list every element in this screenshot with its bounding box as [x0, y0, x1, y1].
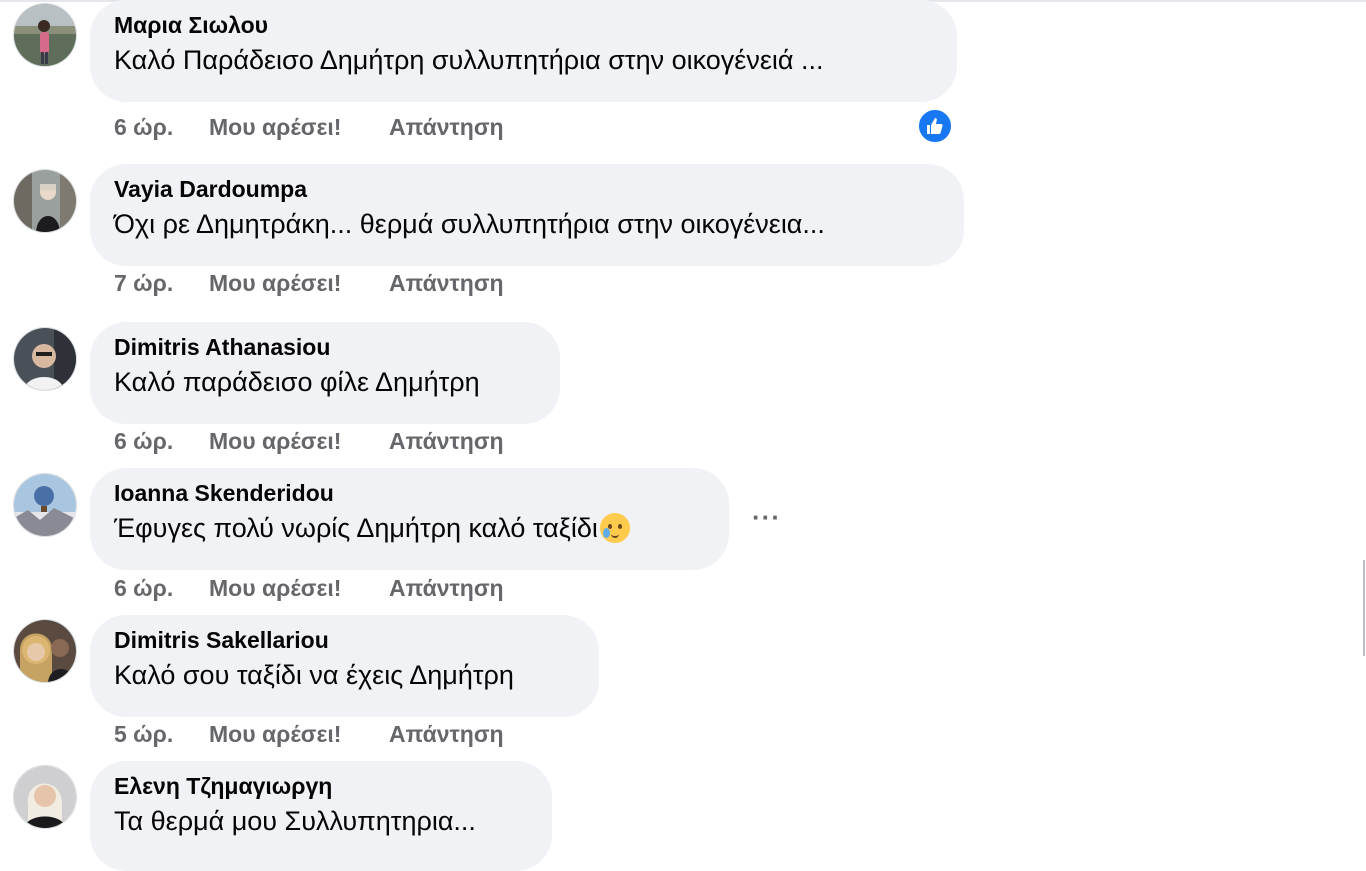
comment-bubble: Μαρια Σιωλου Καλό Παράδεισο Δημήτρη συλλ…	[90, 0, 957, 102]
avatar[interactable]	[13, 327, 77, 391]
like-button[interactable]: Μου αρέσει!	[209, 114, 389, 141]
smiling-face-with-tear-icon	[599, 513, 630, 543]
comment-time[interactable]: 6 ώρ.	[114, 114, 209, 141]
comment-author[interactable]: Vayia Dardoumpa	[114, 174, 940, 204]
reply-button[interactable]: Απάντηση	[389, 114, 504, 141]
comment-time[interactable]: 6 ώρ.	[114, 575, 209, 602]
comment-actions: 5 ώρ. Μου αρέσει! Απάντηση	[114, 721, 504, 748]
avatar[interactable]	[13, 169, 77, 233]
comment-text: Καλό Παράδεισο Δημήτρη συλλυπητήρια στην…	[114, 45, 824, 75]
comment-bubble: Ελενη Τζημαγιωργη Τα θερμά μου Συλλυπητη…	[90, 761, 552, 871]
comment-text: Τα θερμά μου Συλλυπητηρια...	[114, 806, 476, 836]
like-button[interactable]: Μου αρέσει!	[209, 428, 389, 455]
comment-time[interactable]: 7 ώρ.	[114, 270, 209, 297]
comment-author[interactable]: Dimitris Sakellariou	[114, 625, 575, 655]
comment-text: Όχι ρε Δημητράκη... θερμά συλλυπητήρια σ…	[114, 209, 825, 239]
comment-text: Έφυγες πολύ νωρίς Δημήτρη καλό ταξίδι	[114, 508, 705, 548]
comment-text: Καλό παράδεισο φίλε Δημήτρη	[114, 367, 480, 397]
reply-button[interactable]: Απάντηση	[389, 270, 504, 297]
avatar[interactable]	[13, 619, 77, 683]
like-icon[interactable]	[917, 108, 953, 144]
avatar[interactable]	[13, 3, 77, 67]
comment-actions: 7 ώρ. Μου αρέσει! Απάντηση	[114, 270, 504, 297]
like-button[interactable]: Μου αρέσει!	[209, 721, 389, 748]
comment-time[interactable]: 6 ώρ.	[114, 428, 209, 455]
like-button[interactable]: Μου αρέσει!	[209, 575, 389, 602]
comment-author[interactable]: Dimitris Athanasiou	[114, 332, 536, 362]
comment-bubble: Dimitris Athanasiou Καλό παράδεισο φίλε …	[90, 322, 560, 424]
comment-bubble: Ioanna Skenderidou Έφυγες πολύ νωρίς Δημ…	[90, 468, 729, 570]
comment-text-content: Έφυγες πολύ νωρίς Δημήτρη καλό ταξίδι	[114, 513, 598, 543]
comment-author[interactable]: Ελενη Τζημαγιωργη	[114, 771, 528, 801]
reply-button[interactable]: Απάντηση	[389, 721, 504, 748]
like-button[interactable]: Μου αρέσει!	[209, 270, 389, 297]
scrollbar[interactable]	[1363, 560, 1365, 656]
comment-bubble: Vayia Dardoumpa Όχι ρε Δημητράκη... θερμ…	[90, 164, 964, 266]
reply-button[interactable]: Απάντηση	[389, 428, 504, 455]
comment-bubble: Dimitris Sakellariou Καλό σου ταξίδι να …	[90, 615, 599, 717]
avatar[interactable]	[13, 473, 77, 537]
comment-author[interactable]: Μαρια Σιωλου	[114, 10, 933, 40]
comment-actions: 6 ώρ. Μου αρέσει! Απάντηση	[114, 428, 504, 455]
comment-time[interactable]: 5 ώρ.	[114, 721, 209, 748]
comment-author[interactable]: Ioanna Skenderidou	[114, 478, 705, 508]
avatar[interactable]	[13, 765, 77, 829]
comment-actions: 6 ώρ. Μου αρέσει! Απάντηση	[114, 114, 504, 141]
comment-actions: 6 ώρ. Μου αρέσει! Απάντηση	[114, 575, 504, 602]
more-options-button[interactable]: ···	[752, 502, 781, 532]
reply-button[interactable]: Απάντηση	[389, 575, 504, 602]
comment-text: Καλό σου ταξίδι να έχεις Δημήτρη	[114, 660, 514, 690]
